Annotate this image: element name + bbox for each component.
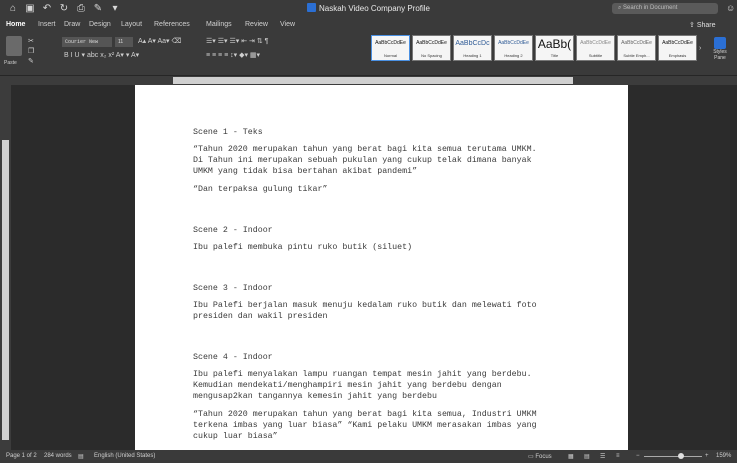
zoom-level[interactable]: 159% (716, 453, 731, 459)
search-document-input[interactable]: ⌕ Search in Document (612, 3, 718, 14)
search-icon: ⌕ (618, 5, 622, 11)
styles-gallery-more-icon[interactable]: › (699, 45, 701, 52)
draft-view-icon[interactable]: ≡ (616, 453, 620, 459)
style-heading-1[interactable]: AaBbCcDc Heading 1 (453, 35, 492, 61)
paragraph-align-tools[interactable]: ≡ ≡ ≡ ≡ ↕▾ ◆▾ ▦▾ (206, 51, 260, 59)
vertical-scrollbar[interactable] (729, 85, 737, 450)
word-doc-icon (306, 3, 316, 12)
proofing-icon[interactable]: ▤ (78, 453, 84, 460)
scene-heading: Scene 4 - Indoor (193, 353, 273, 362)
style-heading-2[interactable]: AaBbCcDdEe Heading 2 (494, 35, 533, 61)
share-icon: ⇪ (689, 22, 695, 29)
title-bar: ⌂ ▣ ↶ ↻ ⎙ ✎ ▾ Naskah Video Company Profi… (0, 0, 737, 18)
horizontal-ruler[interactable] (0, 76, 737, 85)
cut-icon[interactable]: ✂ (28, 37, 34, 45)
font-size-tools[interactable]: A▴ A▾ Aa▾ ⌫ (138, 37, 181, 45)
font-name-select[interactable]: Courier New (62, 37, 112, 47)
vertical-ruler[interactable] (0, 85, 11, 450)
vertical-ruler-text-area (2, 140, 9, 440)
document-body[interactable]: Scene 1 - Teks “Tahun 2020 merupakan tahu… (193, 127, 573, 453)
document-page[interactable]: Scene 1 - Teks “Tahun 2020 merupakan tahu… (135, 85, 628, 453)
style-subtle-emphasis[interactable]: AaBbCcDdEe Subtle Emph... (617, 35, 656, 61)
copy-icon[interactable]: ❐ (28, 47, 34, 55)
account-icon[interactable]: ☺ (726, 3, 735, 13)
ruler-text-area (173, 77, 573, 84)
word-count[interactable]: 284 words (44, 453, 72, 459)
tab-view[interactable]: View (280, 21, 295, 28)
status-bar: Page 1 of 2 284 words ▤ English (United … (0, 450, 737, 463)
font-size-select[interactable]: 11 (115, 37, 133, 47)
tab-insert[interactable]: Insert (38, 21, 56, 28)
web-layout-icon[interactable]: ▤ (584, 453, 590, 460)
tab-layout[interactable]: Layout (121, 21, 142, 28)
zoom-slider-track[interactable] (644, 456, 702, 457)
ribbon-home: Paste ✂ ❐ ✎ Courier New 11 A▴ A▾ Aa▾ ⌫ B… (0, 33, 737, 76)
script-paragraph: “Tahun 2020 merupakan tahun yang berat b… (193, 145, 537, 176)
paste-button[interactable] (6, 36, 22, 56)
outline-view-icon[interactable]: ☰ (600, 453, 605, 460)
print-layout-icon[interactable]: ▦ (568, 453, 574, 460)
tab-review[interactable]: Review (245, 21, 268, 28)
script-paragraph: Ibu palefi menyalakan lampu ruangan temp… (193, 370, 532, 401)
scene-heading: Scene 1 - Teks (193, 128, 263, 137)
focus-button[interactable]: ▭ Focus (528, 453, 552, 460)
tab-mailings[interactable]: Mailings (206, 21, 232, 28)
paste-label: Paste (4, 60, 17, 66)
scene-heading: Scene 2 - Indoor (193, 226, 273, 235)
share-button[interactable]: ⇪ Share (689, 21, 716, 29)
scene-heading: Scene 3 - Indoor (193, 284, 273, 293)
script-paragraph: Ibu Palefi berjalan masuk menuju kedalam… (193, 301, 537, 321)
styles-pane-icon (714, 37, 726, 49)
styles-pane-button[interactable]: Styles Pane (706, 35, 734, 71)
font-format-tools[interactable]: B I U ▾ abc x₂ x² A▾ ▾ A▾ (64, 51, 139, 59)
focus-icon: ▭ (528, 454, 534, 460)
script-paragraph: Ibu palefi membuka pintu ruko butik (sil… (193, 243, 413, 252)
style-subtitle[interactable]: AaBbCcDdEe Subtitle (576, 35, 615, 61)
page-count[interactable]: Page 1 of 2 (6, 453, 37, 459)
tab-references[interactable]: References (154, 21, 190, 28)
zoom-slider-thumb[interactable] (678, 453, 684, 459)
style-emphasis[interactable]: AaBbCcDdEe Emphasis (658, 35, 697, 61)
format-painter-icon[interactable]: ✎ (28, 57, 34, 65)
paragraph-list-tools[interactable]: ☰▾ ☰▾ ☰▾ ⇤ ⇥ ⇅ ¶ (206, 37, 268, 45)
language[interactable]: English (United States) (94, 453, 155, 459)
tab-design[interactable]: Design (89, 21, 111, 28)
script-paragraph: “Dan terpaksa gulung tikar” (193, 185, 328, 194)
ribbon-tabs: Home Insert Draw Design Layout Reference… (0, 18, 737, 33)
zoom-out-icon[interactable]: − (636, 453, 640, 459)
styles-gallery: AaBbCcDdEe Normal AaBbCcDdEe No Spacing Aa… (371, 35, 697, 63)
tab-home[interactable]: Home (6, 21, 25, 28)
script-paragraph: “Tahun 2020 merupakan tahun yang berat b… (193, 410, 537, 441)
zoom-in-icon[interactable]: + (705, 453, 709, 459)
style-normal[interactable]: AaBbCcDdEe Normal (371, 35, 410, 61)
style-no-spacing[interactable]: AaBbCcDdEe No Spacing (412, 35, 451, 61)
style-title[interactable]: AaBb(Title (535, 35, 574, 61)
tab-draw[interactable]: Draw (64, 21, 80, 28)
